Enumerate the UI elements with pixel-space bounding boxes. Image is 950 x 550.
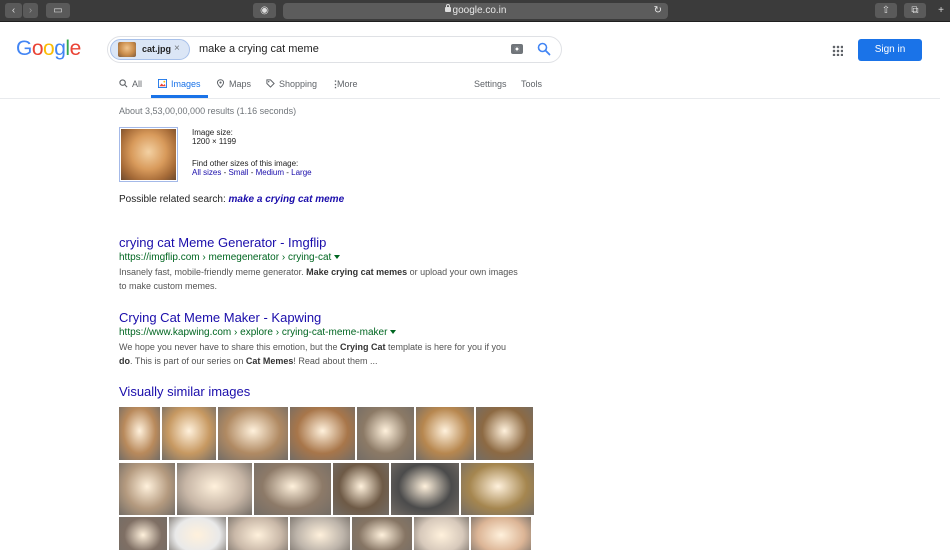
tab-maps[interactable]: Maps <box>216 79 251 89</box>
similar-image-thumbnail[interactable] <box>391 463 459 515</box>
search-input[interactable]: make a crying cat meme <box>199 43 319 55</box>
settings-link[interactable]: Settings <box>474 79 507 89</box>
related-search-link[interactable]: make a crying cat meme <box>229 194 345 205</box>
image-icon <box>158 79 167 88</box>
visually-similar-grid <box>119 407 534 550</box>
tab-shopping[interactable]: Shopping <box>266 79 317 89</box>
similar-image-thumbnail[interactable] <box>461 463 534 515</box>
lock-icon <box>444 4 451 12</box>
result-snippet: Insanely fast, mobile-friendly meme gene… <box>119 267 518 291</box>
size-link-small[interactable]: Small <box>228 168 248 177</box>
similar-image-thumbnail[interactable] <box>352 517 412 550</box>
browser-toolbar: ‹ › ▭ ◉ google.co.in ↻ ⇧ ⧉ + <box>0 0 950 22</box>
similar-image-thumbnail[interactable] <box>218 407 288 460</box>
similar-image-thumbnail[interactable] <box>119 407 160 460</box>
result-url: https://imgflip.com › memegenerator › cr… <box>119 252 519 263</box>
apps-grid-icon[interactable] <box>832 45 843 56</box>
reload-icon[interactable]: ↻ <box>654 3 662 19</box>
other-sizes-label: Find other sizes of this image: <box>192 159 299 168</box>
similar-image-thumbnail[interactable] <box>228 517 288 550</box>
tag-icon <box>266 79 275 88</box>
chip-thumbnail <box>118 42 136 57</box>
url-dropdown-icon[interactable] <box>390 330 397 334</box>
search-icon[interactable] <box>537 42 551 56</box>
tab-label: More <box>337 79 358 89</box>
tab-label: Maps <box>229 79 252 89</box>
other-sizes-links: All sizes - Small - Medium - Large <box>192 168 312 177</box>
size-link-all[interactable]: All sizes <box>192 168 221 177</box>
share-button[interactable]: ⇧ <box>875 3 897 18</box>
search-image-chip[interactable]: cat.jpg × <box>110 39 190 60</box>
new-tab-button[interactable]: + <box>934 3 948 18</box>
tab-all[interactable]: All <box>119 79 142 89</box>
sign-in-button[interactable]: Sign in <box>858 39 922 61</box>
image-size-label: Image size: <box>192 128 233 137</box>
forward-button[interactable]: › <box>23 3 38 18</box>
tab-label: All <box>132 79 143 89</box>
url-dropdown-icon[interactable] <box>334 255 341 259</box>
similar-image-thumbnail[interactable] <box>290 407 355 460</box>
similar-image-thumbnail[interactable] <box>119 517 167 550</box>
extension-button[interactable]: ◉ <box>253 3 276 18</box>
active-tab-indicator <box>151 95 208 98</box>
query-image-thumbnail[interactable] <box>119 127 178 182</box>
search-result: Crying Cat Meme Maker - Kapwing https://… <box>119 310 519 368</box>
size-link-large[interactable]: Large <box>291 168 311 177</box>
result-url-text: https://www.kapwing.com › explore › cryi… <box>119 327 388 338</box>
search-tabs: All Images Maps Shopping ⋮More Settings … <box>0 75 940 99</box>
back-button[interactable]: ‹ <box>5 3 22 18</box>
result-title-link[interactable]: Crying Cat Meme Maker - Kapwing <box>119 310 519 325</box>
address-bar[interactable]: google.co.in ↻ <box>283 3 668 19</box>
search-result: crying cat Meme Generator - Imgflip http… <box>119 235 519 293</box>
similar-image-thumbnail[interactable] <box>471 517 531 550</box>
image-size-value: 1200 × 1199 <box>192 137 237 146</box>
chip-remove-icon[interactable]: × <box>174 43 180 54</box>
search-box[interactable]: cat.jpg × make a crying cat meme <box>107 36 562 63</box>
more-vert-icon: ⋮ <box>331 79 340 89</box>
address-text: google.co.in <box>452 5 507 16</box>
chip-filename: cat.jpg <box>142 44 172 54</box>
visually-similar-title[interactable]: Visually similar images <box>119 384 250 399</box>
similar-image-thumbnail[interactable] <box>476 407 533 460</box>
similar-image-thumbnail[interactable] <box>169 517 226 550</box>
size-separator: - <box>248 168 256 177</box>
cat-image <box>121 129 176 180</box>
tools-link[interactable]: Tools <box>521 79 542 89</box>
camera-icon[interactable] <box>511 44 523 54</box>
similar-image-thumbnail[interactable] <box>177 463 252 515</box>
similar-image-thumbnail[interactable] <box>290 517 350 550</box>
similar-image-thumbnail[interactable] <box>416 407 474 460</box>
map-pin-icon <box>216 79 225 88</box>
sidebar-toggle-button[interactable]: ▭ <box>46 3 70 18</box>
tab-label: Shopping <box>279 79 318 89</box>
similar-image-thumbnail[interactable] <box>357 407 414 460</box>
tab-label: Images <box>171 79 201 89</box>
logo-text: Google <box>16 37 81 60</box>
tab-more[interactable]: ⋮More <box>331 79 358 90</box>
similar-image-thumbnail[interactable] <box>162 407 216 460</box>
related-search-prefix: Possible related search: <box>119 194 229 205</box>
tab-images[interactable]: Images <box>158 79 201 89</box>
result-snippet: We hope you never have to share this emo… <box>119 342 507 366</box>
result-stats: About 3,53,00,00,000 results (1.16 secon… <box>119 106 297 116</box>
size-link-medium[interactable]: Medium <box>256 168 284 177</box>
similar-image-thumbnail[interactable] <box>414 517 469 550</box>
result-title-link[interactable]: crying cat Meme Generator - Imgflip <box>119 235 519 250</box>
search-icon <box>119 79 128 88</box>
similar-image-thumbnail[interactable] <box>254 463 331 515</box>
tabs-overview-button[interactable]: ⧉ <box>904 3 926 18</box>
result-url: https://www.kapwing.com › explore › cryi… <box>119 327 519 338</box>
result-url-text: https://imgflip.com › memegenerator › cr… <box>119 252 332 263</box>
google-logo[interactable]: Google <box>16 37 81 61</box>
related-search: Possible related search: make a crying c… <box>119 194 344 205</box>
similar-image-thumbnail[interactable] <box>119 463 175 515</box>
similar-image-thumbnail[interactable] <box>333 463 389 515</box>
